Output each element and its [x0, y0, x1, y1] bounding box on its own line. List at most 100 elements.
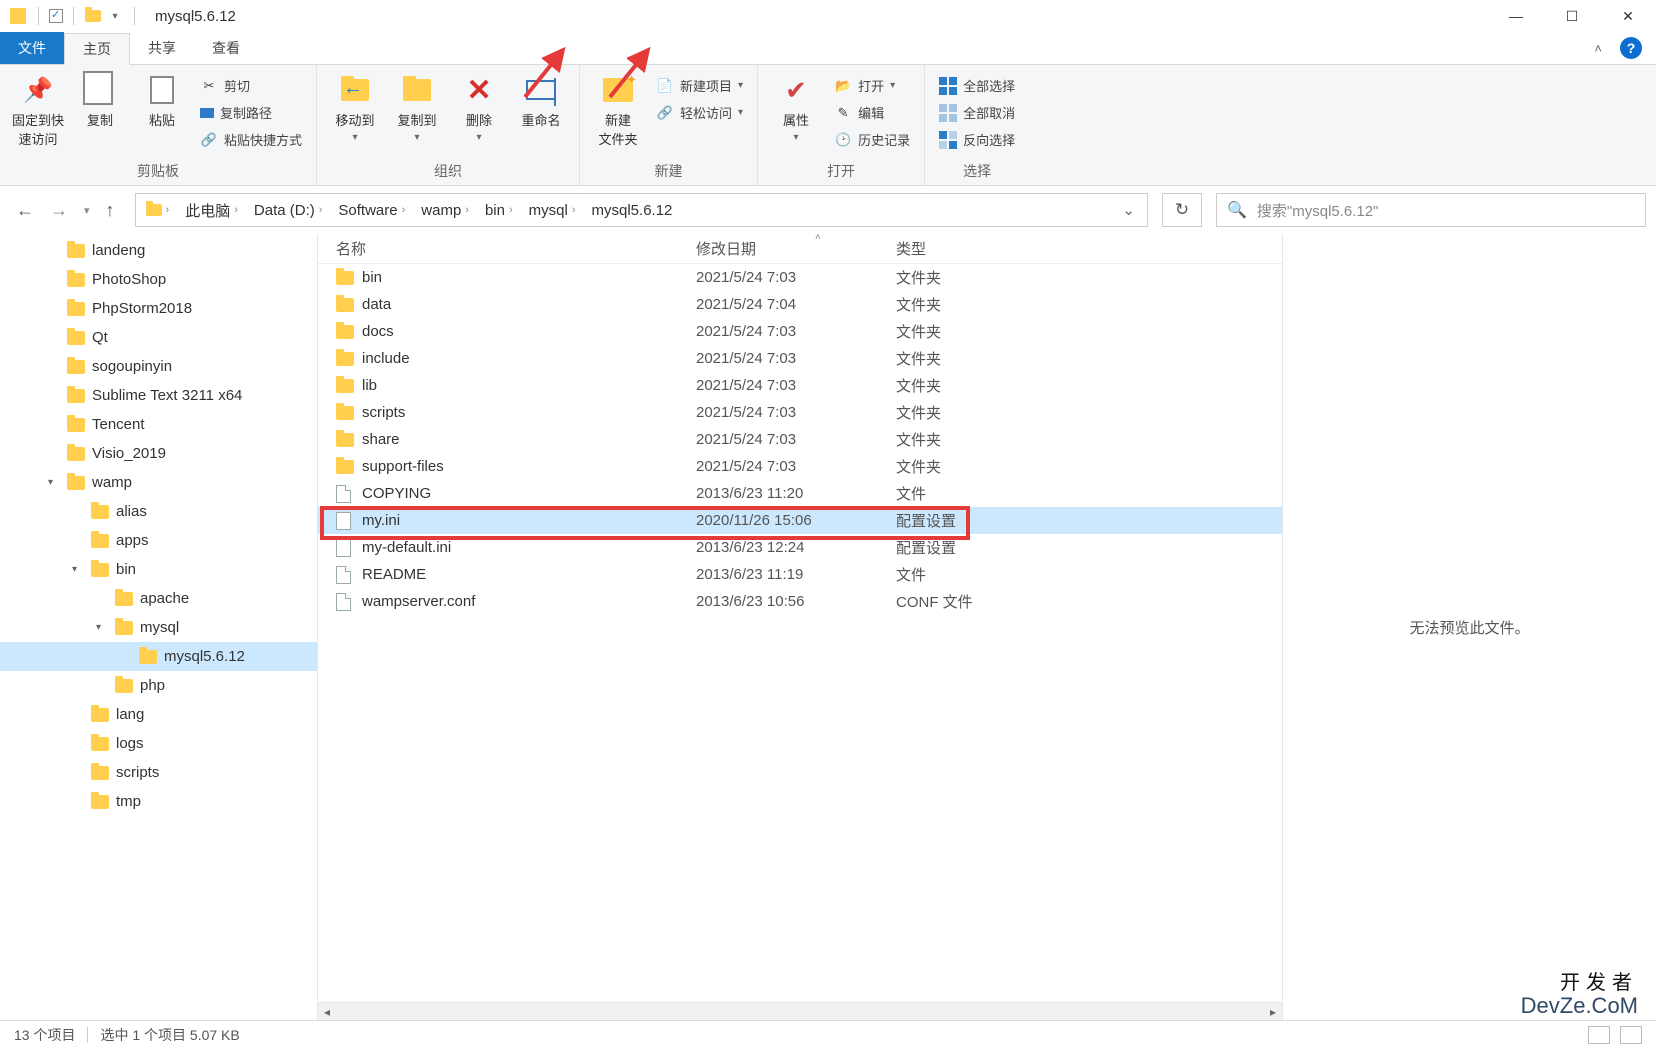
help-icon[interactable]: ? [1620, 37, 1642, 59]
tree-item-apps[interactable]: apps [0, 526, 317, 555]
tree-item-tmp[interactable]: tmp [0, 787, 317, 816]
file-name: lib [362, 377, 696, 394]
nav-back-icon[interactable]: ← [16, 200, 34, 221]
file-row[interactable]: my.ini2020/11/26 15:06配置设置 [318, 507, 1282, 534]
qat-checkbox-icon[interactable]: ✓ [49, 9, 63, 23]
column-headers[interactable]: ˄ 名称 修改日期 类型 [318, 234, 1282, 264]
file-row[interactable]: lib2021/5/24 7:03文件夹 [318, 372, 1282, 399]
file-row[interactable]: scripts2021/5/24 7:03文件夹 [318, 399, 1282, 426]
hscroll-right-icon[interactable]: ▸ [1264, 1005, 1282, 1019]
file-row[interactable]: share2021/5/24 7:03文件夹 [318, 426, 1282, 453]
refresh-button[interactable]: ↻ [1162, 193, 1202, 227]
tree-item-logs[interactable]: logs [0, 729, 317, 758]
file-list[interactable]: bin2021/5/24 7:03文件夹data2021/5/24 7:04文件… [318, 264, 1282, 1020]
tree-item-apache[interactable]: apache [0, 584, 317, 613]
column-name[interactable]: 名称 [336, 238, 696, 259]
tree-item-sublime-text-3211-x64[interactable]: Sublime Text 3211 x64 [0, 381, 317, 410]
nav-up-icon[interactable]: ↑ [106, 200, 115, 221]
crumb-1[interactable]: Data (D:)› [248, 194, 333, 226]
horizontal-scrollbar[interactable]: ◂ ▸ [318, 1002, 1282, 1020]
maximize-button[interactable]: ☐ [1544, 0, 1600, 32]
copy-to-button[interactable]: 复制到 [389, 69, 445, 143]
tree-item-wamp[interactable]: ▾wamp [0, 468, 317, 497]
copy-button[interactable]: 复制 [72, 69, 128, 129]
crumb-0[interactable]: 此电脑› [179, 194, 248, 226]
qat-folder-icon[interactable] [84, 7, 102, 25]
paste-shortcut-button[interactable]: 🔗粘贴快捷方式 [196, 127, 306, 152]
tree-item-tencent[interactable]: Tencent [0, 410, 317, 439]
folder-icon [67, 360, 85, 374]
folder-icon [336, 460, 354, 474]
new-folder-button[interactable]: 新建 文件夹 [590, 69, 646, 148]
file-row[interactable]: include2021/5/24 7:03文件夹 [318, 345, 1282, 372]
select-none-button[interactable]: 全部取消 [935, 100, 1019, 125]
column-type[interactable]: 类型 [896, 238, 1036, 259]
rename-button[interactable]: 重命名 [513, 69, 569, 129]
crumb-6[interactable]: mysql5.6.12 [586, 194, 679, 226]
file-row[interactable]: bin2021/5/24 7:03文件夹 [318, 264, 1282, 291]
tree-item-lang[interactable]: lang [0, 700, 317, 729]
tree-item-photoshop[interactable]: PhotoShop [0, 265, 317, 294]
edit-button[interactable]: ✎编辑 [830, 100, 914, 125]
tab-home[interactable]: 主页 [64, 33, 130, 65]
tree-item-sogoupinyin[interactable]: sogoupinyin [0, 352, 317, 381]
navigation-tree[interactable]: landengPhotoShopPhpStorm2018Qtsogoupinyi… [0, 234, 318, 1020]
view-large-icon[interactable] [1620, 1026, 1642, 1044]
cut-button[interactable]: ✂剪切 [196, 73, 306, 98]
history-button[interactable]: 🕑历史记录 [830, 127, 914, 152]
tree-item-phpstorm2018[interactable]: PhpStorm2018 [0, 294, 317, 323]
expand-icon[interactable]: ▾ [48, 477, 60, 488]
tab-file[interactable]: 文件 [0, 32, 64, 64]
crumb-5[interactable]: mysql› [523, 194, 586, 226]
breadcrumb-root-icon[interactable]: › [140, 194, 180, 226]
select-all-button[interactable]: 全部选择 [935, 73, 1019, 98]
ribbon-collapse-icon[interactable]: ˄ [1594, 41, 1602, 56]
address-dropdown-icon[interactable]: ⌄ [1122, 201, 1135, 219]
tree-item-mysql[interactable]: ▾mysql [0, 613, 317, 642]
column-date[interactable]: 修改日期 [696, 238, 896, 259]
close-button[interactable]: ✕ [1600, 0, 1656, 32]
paste-button[interactable]: 粘贴 [134, 69, 190, 129]
delete-button[interactable]: ✕ 删除 [451, 69, 507, 143]
tree-item-visio-2019[interactable]: Visio_2019 [0, 439, 317, 468]
address-bar[interactable]: › 此电脑› Data (D:)› Software› wamp› bin› m… [135, 193, 1148, 227]
nav-history-dropdown-icon[interactable]: ▾ [84, 204, 90, 217]
minimize-button[interactable]: — [1488, 0, 1544, 32]
invert-selection-button[interactable]: 反向选择 [935, 127, 1019, 152]
view-details-icon[interactable] [1588, 1026, 1610, 1044]
crumb-3[interactable]: wamp› [415, 194, 479, 226]
properties-button[interactable]: ✔ 属性 [768, 69, 824, 143]
copy-path-button[interactable]: 复制路径 [196, 100, 306, 125]
tree-item-qt[interactable]: Qt [0, 323, 317, 352]
tree-item-php[interactable]: php [0, 671, 317, 700]
new-item-button[interactable]: 📄新建项目 [652, 73, 747, 98]
file-row[interactable]: wampserver.conf2013/6/23 10:56CONF 文件 [318, 588, 1282, 615]
crumb-4[interactable]: bin› [479, 194, 523, 226]
pin-quickaccess-button[interactable]: 📌 固定到快 速访问 [10, 69, 66, 148]
crumb-2[interactable]: Software› [332, 194, 415, 226]
search-input[interactable]: 🔍 搜索"mysql5.6.12" [1216, 193, 1646, 227]
nav-forward-icon[interactable]: → [50, 200, 68, 221]
open-button[interactable]: 📂打开 [830, 73, 914, 98]
expand-icon[interactable]: ▾ [96, 622, 108, 633]
hscroll-left-icon[interactable]: ◂ [318, 1005, 336, 1019]
tab-view[interactable]: 查看 [194, 32, 258, 64]
qat-dropdown-icon[interactable]: ▾ [106, 7, 124, 25]
move-to-button[interactable]: ← 移动到 [327, 69, 383, 143]
expand-icon[interactable]: ▾ [72, 564, 84, 575]
file-row[interactable]: support-files2021/5/24 7:03文件夹 [318, 453, 1282, 480]
file-row[interactable]: docs2021/5/24 7:03文件夹 [318, 318, 1282, 345]
file-row[interactable]: my-default.ini2013/6/23 12:24配置设置 [318, 534, 1282, 561]
tree-item-mysql5-6-12[interactable]: mysql5.6.12 [0, 642, 317, 671]
tree-item-scripts[interactable]: scripts [0, 758, 317, 787]
tree-item-landeng[interactable]: landeng [0, 236, 317, 265]
tab-share[interactable]: 共享 [130, 32, 194, 64]
easy-access-button[interactable]: 🔗轻松访问 [652, 100, 747, 125]
tree-item-bin[interactable]: ▾bin [0, 555, 317, 584]
file-row[interactable]: data2021/5/24 7:04文件夹 [318, 291, 1282, 318]
tree-item-alias[interactable]: alias [0, 497, 317, 526]
file-row[interactable]: README2013/6/23 11:19文件 [318, 561, 1282, 588]
file-name: wampserver.conf [362, 593, 696, 610]
window-title: mysql5.6.12 [155, 8, 236, 25]
file-row[interactable]: COPYING2013/6/23 11:20文件 [318, 480, 1282, 507]
